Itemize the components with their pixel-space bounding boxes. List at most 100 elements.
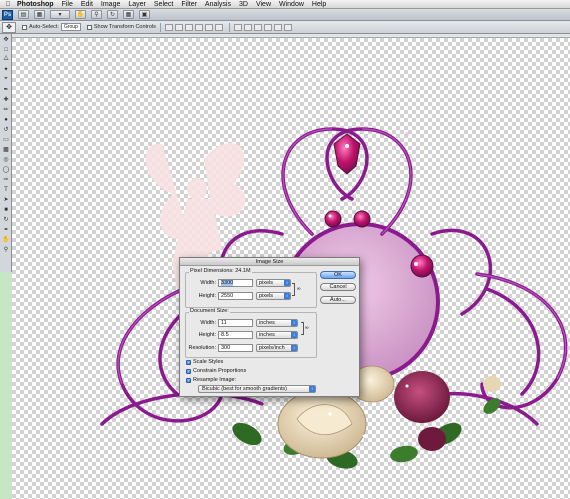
move-tool-icon[interactable]: ✥ xyxy=(1,35,11,44)
resolution-unit-select[interactable]: pixels/inch ↕ xyxy=(256,344,298,352)
show-transform-label: Show Transform Controls xyxy=(93,24,156,30)
zoom-tool-icon[interactable]: ⚲ xyxy=(1,245,11,254)
align-bottom-icon[interactable] xyxy=(184,23,193,31)
align-top-icon[interactable] xyxy=(164,23,173,31)
pixel-height-label: Height: xyxy=(198,293,216,299)
menu-3d[interactable]: 3D xyxy=(235,0,252,9)
quick-select-tool-icon[interactable]: ✦ xyxy=(1,65,11,74)
pixel-dimensions-label: Pixel Dimensions: xyxy=(190,268,234,274)
zoom-level-select[interactable]: ▾ xyxy=(50,10,70,19)
dodge-tool-icon[interactable]: ◯ xyxy=(1,165,11,174)
checkmark-icon: ✓ xyxy=(186,359,191,365)
menu-window[interactable]: Window xyxy=(275,0,308,9)
gradient-tool-icon[interactable]: ▩ xyxy=(1,145,11,154)
distribute-middle-icon[interactable] xyxy=(243,23,252,31)
resolution-field[interactable]: 300 xyxy=(218,344,253,352)
document-link-bracket xyxy=(301,322,304,335)
align-right-icon[interactable] xyxy=(214,23,223,31)
arrange-documents-icon[interactable]: ▦ xyxy=(123,10,134,19)
lasso-tool-icon[interactable]: ⧊ xyxy=(1,55,11,64)
menu-photoshop[interactable]: Photoshop xyxy=(13,0,58,9)
pixel-height-field[interactable]: 2550 xyxy=(218,292,253,300)
bridge-button[interactable]: ▤ xyxy=(18,10,29,19)
rotate-view-icon[interactable]: ↻ xyxy=(107,10,118,19)
hand-tool-icon[interactable]: ✋ xyxy=(1,235,11,244)
align-middle-icon[interactable] xyxy=(174,23,183,31)
chevron-updown-icon: ↕ xyxy=(284,280,290,286)
document-size-label: Document Size: xyxy=(190,308,229,314)
doc-width-field[interactable]: 11 xyxy=(218,319,253,327)
marquee-tool-icon[interactable]: □ xyxy=(1,45,11,54)
menu-file[interactable]: File xyxy=(58,0,77,9)
distribute-center-icon[interactable] xyxy=(273,23,282,31)
scale-styles-checkbox[interactable]: ✓ Scale Styles xyxy=(186,359,223,365)
brush-tool-icon[interactable]: ✏ xyxy=(1,105,11,114)
shape-tool-icon[interactable]: ■ xyxy=(1,205,11,214)
chevron-updown-icon: ↕ xyxy=(284,293,290,299)
dialog-title: Image Size xyxy=(180,258,359,266)
apple-menu-icon[interactable]:  xyxy=(3,1,13,8)
type-tool-icon[interactable]: T xyxy=(1,185,11,194)
crop-tool-icon[interactable]: ⌖ xyxy=(1,75,11,84)
distribute-top-icon[interactable] xyxy=(233,23,242,31)
photoshop-logo-icon: Ps xyxy=(2,9,13,20)
leaves xyxy=(232,398,501,469)
3d-rotate-tool-icon[interactable]: ↻ xyxy=(1,215,11,224)
doc-width-unit-select[interactable]: inches ↕ xyxy=(256,319,298,327)
healing-brush-tool-icon[interactable]: ✚ xyxy=(1,95,11,104)
doc-height-field[interactable]: 8.5 xyxy=(218,331,253,339)
clone-stamp-tool-icon[interactable]: ● xyxy=(1,115,11,124)
minibridge-button[interactable]: ▦ xyxy=(34,10,45,19)
menu-edit[interactable]: Edit xyxy=(77,0,97,9)
resample-image-checkbox[interactable]: ✓ Resample Image: xyxy=(186,377,236,383)
align-center-icon[interactable] xyxy=(204,23,213,31)
show-transform-checkbox[interactable] xyxy=(86,24,92,30)
scale-styles-label: Scale Styles xyxy=(193,359,224,365)
eraser-tool-icon[interactable]: ▭ xyxy=(1,135,11,144)
menu-analysis[interactable]: Analysis xyxy=(201,0,235,9)
pixel-dimensions-value: 24.1M xyxy=(235,268,251,274)
pen-tool-icon[interactable]: ✑ xyxy=(1,175,11,184)
move-tool-icon[interactable]: ✥ xyxy=(2,21,16,33)
pixel-height-unit-select[interactable]: pixels ↕ xyxy=(256,292,291,300)
distribute-right-icon[interactable] xyxy=(283,23,292,31)
checkmark-icon: ✓ xyxy=(186,368,191,374)
menu-filter[interactable]: Filter xyxy=(177,0,201,9)
pixel-width-unit-select[interactable]: pixels ↕ xyxy=(256,279,291,287)
auto-button[interactable]: Auto... xyxy=(320,296,356,304)
distribute-bottom-icon[interactable] xyxy=(253,23,262,31)
history-brush-tool-icon[interactable]: ↺ xyxy=(1,125,11,134)
top-jewel xyxy=(333,133,361,175)
path-select-tool-icon[interactable]: ➤ xyxy=(1,195,11,204)
pixel-width-label: Width: xyxy=(200,280,216,286)
menu-view[interactable]: View xyxy=(252,0,275,9)
auto-select-dropdown[interactable]: Group xyxy=(60,23,81,31)
menu-help[interactable]: Help xyxy=(308,0,330,9)
constrain-proportions-label: Constrain Proportions xyxy=(193,368,247,374)
doc-height-unit-select[interactable]: inches ↕ xyxy=(256,331,298,339)
menu-layer[interactable]: Layer xyxy=(124,0,150,9)
menu-image[interactable]: Image xyxy=(97,0,124,9)
application-bar: Ps ▤ ▦ ▾ ✋ ⚲ ↻ ▦ ▣ xyxy=(0,9,570,21)
hand-tool-icon[interactable]: ✋ xyxy=(75,10,86,19)
align-left-icon[interactable] xyxy=(194,23,203,31)
chain-link-icon: ∞ xyxy=(297,286,301,292)
blur-tool-icon[interactable]: ◎ xyxy=(1,155,11,164)
constrain-proportions-checkbox[interactable]: ✓ Constrain Proportions xyxy=(186,368,246,374)
eyedropper-tool-icon[interactable]: ✒ xyxy=(1,85,11,94)
menu-select[interactable]: Select xyxy=(150,0,177,9)
3d-orbit-tool-icon[interactable]: ⚭ xyxy=(1,225,11,234)
resample-method-select[interactable]: Bicubic (best for smooth gradients) ↕ xyxy=(198,385,316,393)
chevron-updown-icon: ↕ xyxy=(309,386,315,392)
cancel-button[interactable]: Cancel xyxy=(320,283,356,291)
zoom-tool-icon[interactable]: ⚲ xyxy=(91,10,102,19)
distribute-left-icon[interactable] xyxy=(263,23,272,31)
doc-height-label: Height: xyxy=(198,332,216,338)
ok-button[interactable]: OK xyxy=(320,271,356,279)
auto-select-checkbox[interactable] xyxy=(22,24,27,30)
screen-mode-icon[interactable]: ▣ xyxy=(139,10,150,19)
pixel-width-field[interactable]: 3300 xyxy=(218,279,253,287)
divider xyxy=(228,22,230,32)
resample-image-label: Resample Image: xyxy=(193,377,237,383)
checkmark-icon: ✓ xyxy=(186,377,191,383)
